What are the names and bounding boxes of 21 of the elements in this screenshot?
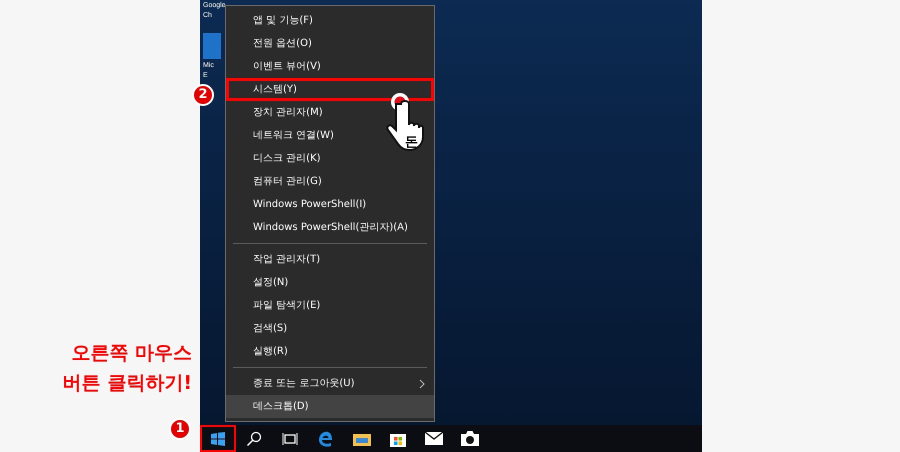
menu-item[interactable]: 디스크 관리(K) [226, 147, 434, 170]
menu-item[interactable]: 데스크톱(D) [226, 395, 434, 418]
menu-item[interactable]: 앱 및 기능(F) [226, 9, 434, 32]
menu-item[interactable]: 종료 또는 로그아웃(U) [226, 372, 434, 395]
menu-item[interactable]: 실행(R) [226, 340, 434, 363]
menu-item[interactable]: 검색(S) [226, 317, 434, 340]
menu-item[interactable]: 작업 관리자(T) [226, 248, 434, 271]
menu-item[interactable]: Windows PowerShell(관리자)(A) [226, 216, 434, 239]
instruction-text: 버튼 클릭하기! [62, 371, 192, 396]
instruction-text: 오른쪽 마우스 [71, 341, 192, 366]
step-badge: 1 [169, 418, 191, 440]
menu-item[interactable]: 시스템(Y) [226, 78, 434, 101]
menu-item[interactable]: 설정(N) [226, 271, 434, 294]
menu-item[interactable]: 컴퓨터 관리(G) [226, 170, 434, 193]
menu-item[interactable]: 이벤트 뷰어(V) [226, 55, 434, 78]
cursor-label: 돈 [405, 136, 418, 149]
menu-item[interactable]: 파일 탐색기(E) [226, 294, 434, 317]
menu-item[interactable]: 전원 옵션(O) [226, 32, 434, 55]
step-badge: 2 [192, 84, 214, 106]
menu-item[interactable]: 장치 관리자(M) [226, 101, 434, 124]
menu-item[interactable]: Windows PowerShell(I) [226, 193, 434, 216]
